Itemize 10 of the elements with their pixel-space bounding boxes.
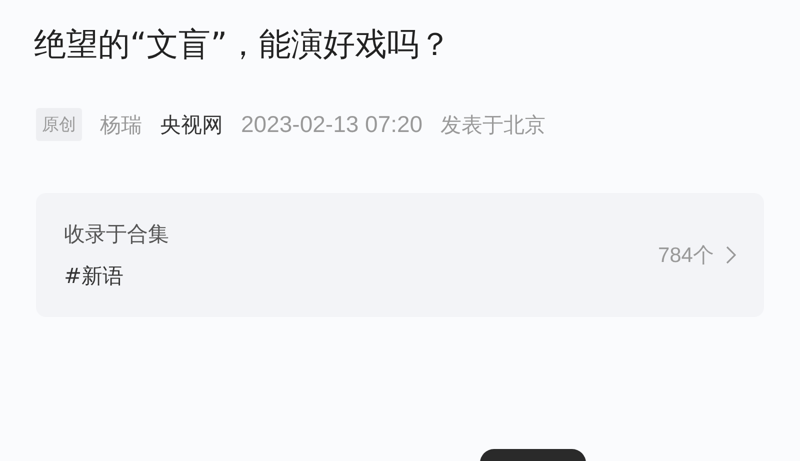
source-name[interactable]: 央视网 [160,110,223,138]
collection-tag[interactable]: #新语 [64,262,169,290]
chevron-right-icon [726,246,736,264]
article-title: 绝望的“文盲”，能演好戏吗？ [34,24,452,65]
publish-location: 发表于北京 [440,112,546,138]
original-badge: 原创 [36,108,82,141]
publish-time: 2023-02-13 07:20 [241,111,423,138]
collection-count: 784个 [658,243,714,269]
collection-card[interactable]: 收录于合集 #新语 784个 [36,193,764,317]
collection-label: 收录于合集 [64,221,169,248]
